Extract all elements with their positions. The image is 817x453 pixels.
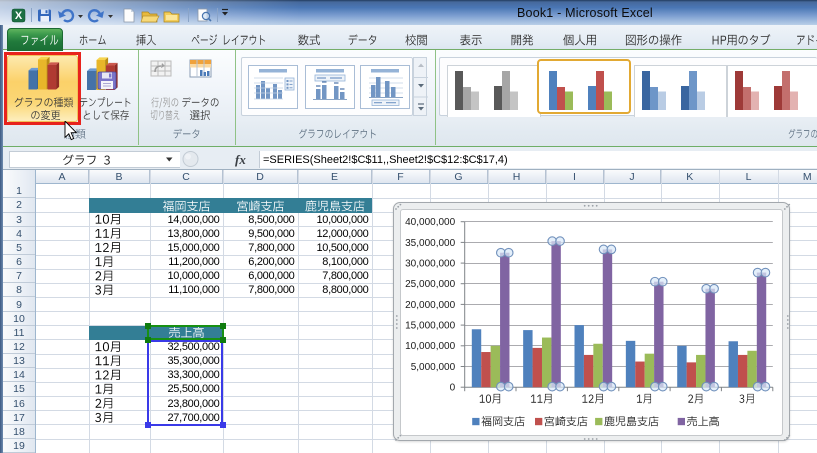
svg-text:40,000,000: 40,000,000 [405, 217, 455, 228]
svg-text:35,000,000: 35,000,000 [405, 238, 455, 249]
svg-text:15,000,000: 15,000,000 [405, 320, 455, 331]
svg-text:10,000,000: 10,000,000 [405, 341, 455, 352]
svg-text:X: X [15, 10, 23, 22]
svg-text:20,000,000: 20,000,000 [405, 300, 455, 311]
svg-text:0: 0 [449, 382, 455, 393]
svg-text:25,000,000: 25,000,000 [405, 279, 455, 290]
svg-text:30,000,000: 30,000,000 [405, 258, 455, 269]
svg-text:5,000,000: 5,000,000 [410, 362, 455, 373]
